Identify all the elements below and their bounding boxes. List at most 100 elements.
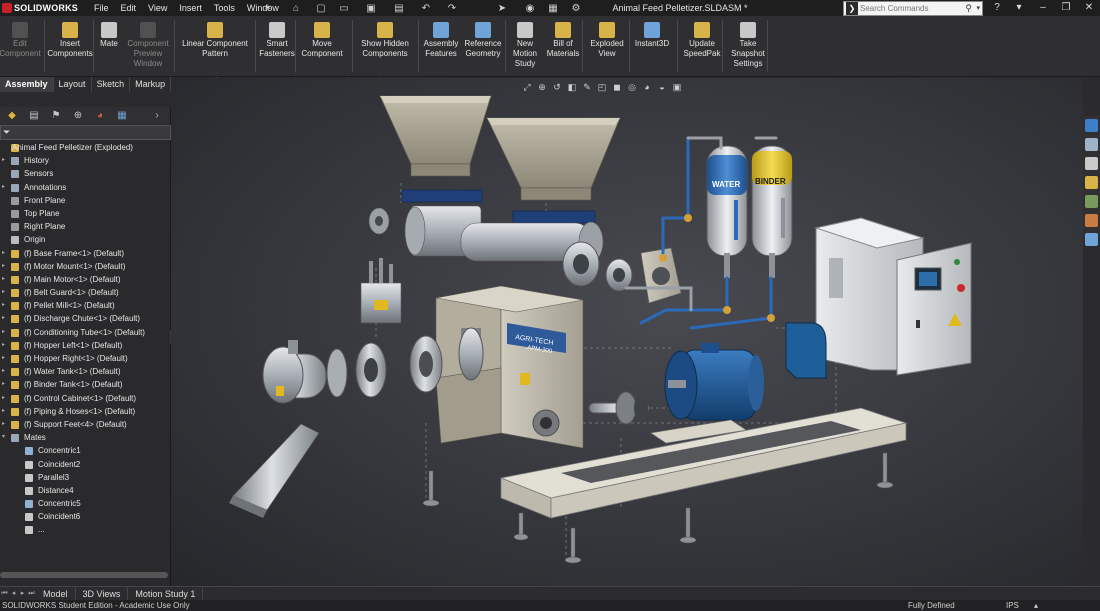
tree-node[interactable]: ▸ (f) Base Frame<1> (Default) xyxy=(0,247,170,260)
toolbar-button-2[interactable]: Mate xyxy=(97,22,121,49)
chevron-right-icon[interactable]: ▸ xyxy=(2,299,5,312)
chevron-right-icon[interactable]: ▸ xyxy=(2,339,5,352)
appearances-icon[interactable] xyxy=(1085,214,1098,227)
custom-properties-icon[interactable] xyxy=(1085,233,1098,246)
tab-sketch[interactable]: Sketch xyxy=(92,77,131,92)
tree-node[interactable]: Sensors xyxy=(0,167,170,180)
tab-motion-study[interactable]: Motion Study 1 xyxy=(128,587,204,601)
solidworks-resources-icon[interactable] xyxy=(1085,119,1098,132)
chevron-down-icon[interactable]: ▾ xyxy=(2,431,5,444)
chevron-right-icon[interactable]: ▸ xyxy=(2,260,5,273)
tree-node[interactable]: ▸ (f) Pellet Mill<1> (Default) xyxy=(0,299,170,312)
close-icon[interactable]: ✕ xyxy=(1080,0,1098,16)
search-icon[interactable]: ⚲ xyxy=(965,2,972,15)
toolbar-button-5[interactable]: Smart Fasteners xyxy=(259,22,295,59)
tree-node[interactable]: Concentric1 xyxy=(0,444,170,457)
unit-system[interactable]: IPS xyxy=(1006,600,1019,611)
menu-edit[interactable]: Edit xyxy=(115,0,143,16)
tab-assembly[interactable]: Assembly xyxy=(0,77,54,92)
tree-node[interactable]: ▸ (f) Belt Guard<1> (Default) xyxy=(0,286,170,299)
home-pane-icon[interactable] xyxy=(1085,138,1098,151)
tree-node[interactable]: ▸ (f) Discharge Chute<1> (Default) xyxy=(0,312,170,325)
toolbar-button-7[interactable]: Show Hidden Components xyxy=(361,22,409,59)
configuration-manager-tab-icon[interactable]: ⚑ xyxy=(49,109,63,122)
chevron-right-icon[interactable]: ▸ xyxy=(2,378,5,391)
tree-node[interactable]: ▸ (f) Motor Mount<1> (Default) xyxy=(0,260,170,273)
feature-tree-scrollbar[interactable] xyxy=(0,572,168,578)
chevron-right-icon[interactable]: ▸ xyxy=(2,418,5,431)
chevron-right-icon[interactable]: ▸ xyxy=(2,405,5,418)
menu-view[interactable]: View xyxy=(142,0,173,16)
home-icon[interactable]: ⌂ xyxy=(290,2,302,14)
tree-node[interactable]: ▸ (f) Water Tank<1> (Default) xyxy=(0,365,170,378)
display-manager-tab-icon[interactable]: ◕ xyxy=(93,109,107,122)
menu-insert[interactable]: Insert xyxy=(173,0,208,16)
solidworks-logo[interactable]: SOLIDWORKS xyxy=(2,1,78,15)
minimize-icon[interactable]: – xyxy=(1034,0,1052,16)
toolbar-button-4[interactable]: Linear Component Pattern xyxy=(179,22,251,59)
toolbar-button-1[interactable]: Insert Components xyxy=(47,22,93,59)
tree-node[interactable]: Coincident2 xyxy=(0,458,170,471)
toolbar-button-14[interactable]: Update SpeedPak xyxy=(682,22,722,59)
chevron-right-icon[interactable]: › xyxy=(150,109,164,122)
last-tab-icon[interactable]: ⏭ xyxy=(27,587,36,601)
graphics-area[interactable]: ⤢ ⊕ ↺ ◧ ✎ ◰ ◼ ◎ ◕ ◒ ▣ AGRI-TECH APM-300 … xyxy=(171,78,1083,586)
tab-layout[interactable]: Layout xyxy=(54,77,92,92)
tree-node[interactable]: Top Plane xyxy=(0,207,170,220)
toolbar-button-10[interactable]: New Motion Study xyxy=(510,22,540,69)
toolbar-button-12[interactable]: Exploded View xyxy=(588,22,626,59)
dimxpert-tab-icon[interactable]: ⊕ xyxy=(71,109,85,122)
tab-markup[interactable]: Markup xyxy=(130,77,172,92)
tree-node[interactable]: ▸ (f) Hopper Left<1> (Default) xyxy=(0,339,170,352)
save-icon[interactable]: ▣ xyxy=(365,2,377,14)
menu-file[interactable]: File xyxy=(88,0,115,16)
tree-node[interactable]: Coincident6 xyxy=(0,510,170,523)
tab-model[interactable]: Model xyxy=(36,587,76,601)
tree-node[interactable]: ▸ (f) Binder Tank<1> (Default) xyxy=(0,378,170,391)
tree-node[interactable]: ▸ History xyxy=(0,154,170,167)
chevron-right-icon[interactable]: ▸ xyxy=(2,392,5,405)
tree-node[interactable]: ▾ Mates xyxy=(0,431,170,444)
file-explorer-icon[interactable] xyxy=(1085,176,1098,189)
undo-icon[interactable]: ↶ xyxy=(420,2,432,14)
chevron-down-icon[interactable]: ▾ xyxy=(976,2,980,15)
file-properties-icon[interactable]: ▦ xyxy=(547,2,559,14)
toolbar-button-11[interactable]: Bill of Materials xyxy=(545,22,581,59)
tree-node[interactable]: ▸ (f) Support Feet<4> (Default) xyxy=(0,418,170,431)
tree-node[interactable]: ▸ (f) Hopper Right<1> (Default) xyxy=(0,352,170,365)
menu-tools[interactable]: Tools xyxy=(208,0,241,16)
tree-node[interactable]: ▸ (f) Piping & Hoses<1> (Default) xyxy=(0,405,170,418)
prev-tab-icon[interactable]: ◂ xyxy=(9,587,18,601)
first-tab-icon[interactable]: ⏮ xyxy=(0,587,9,601)
chevron-right-icon[interactable]: ▸ xyxy=(2,312,5,325)
next-tab-icon[interactable]: ▸ xyxy=(18,587,27,601)
view-palette-icon[interactable] xyxy=(1085,195,1098,208)
redo-icon[interactable]: ↷ xyxy=(446,2,458,14)
chevron-right-icon[interactable]: ▸ xyxy=(2,247,5,260)
toolbar-button-0[interactable]: Edit Component xyxy=(0,22,41,59)
tree-node[interactable]: Concentric5 xyxy=(0,497,170,510)
chevron-right-icon[interactable]: ▸ xyxy=(2,352,5,365)
toolbar-button-15[interactable]: Take Snapshot Settings xyxy=(728,22,768,69)
toolbar-button-13[interactable]: Instant3D xyxy=(634,22,670,49)
feature-manager-tab-icon[interactable]: ◆ xyxy=(5,109,19,122)
tab-3d-views[interactable]: 3D Views xyxy=(76,587,129,601)
tree-node[interactable]: ▸ (f) Conditioning Tube<1> (Default) xyxy=(0,326,170,339)
new-document-icon[interactable]: ▢ xyxy=(315,2,327,14)
tree-node[interactable]: ... xyxy=(0,523,170,536)
chevron-right-icon[interactable]: ▸ xyxy=(2,365,5,378)
chevron-right-icon[interactable]: ▸ xyxy=(2,273,5,286)
restore-icon[interactable]: ❐ xyxy=(1057,0,1075,16)
chevron-right-icon[interactable]: ▸ xyxy=(2,326,5,339)
chevron-right-icon[interactable]: ▸ xyxy=(2,181,5,194)
tree-node[interactable]: ▸ (f) Control Cabinet<1> (Default) xyxy=(0,392,170,405)
open-icon[interactable]: ▭ xyxy=(338,2,350,14)
tree-node[interactable]: Distance4 xyxy=(0,484,170,497)
search-commands[interactable]: ❯ ⚲ ▾ xyxy=(843,1,983,16)
tree-node[interactable]: ▸ (f) Main Motor<1> (Default) xyxy=(0,273,170,286)
select-icon[interactable]: ➤ xyxy=(496,2,508,14)
property-manager-tab-icon[interactable]: ▤ xyxy=(27,109,41,122)
tree-node[interactable]: Parallel3 xyxy=(0,471,170,484)
tree-node[interactable]: Origin xyxy=(0,233,170,246)
tree-node[interactable]: Right Plane xyxy=(0,220,170,233)
